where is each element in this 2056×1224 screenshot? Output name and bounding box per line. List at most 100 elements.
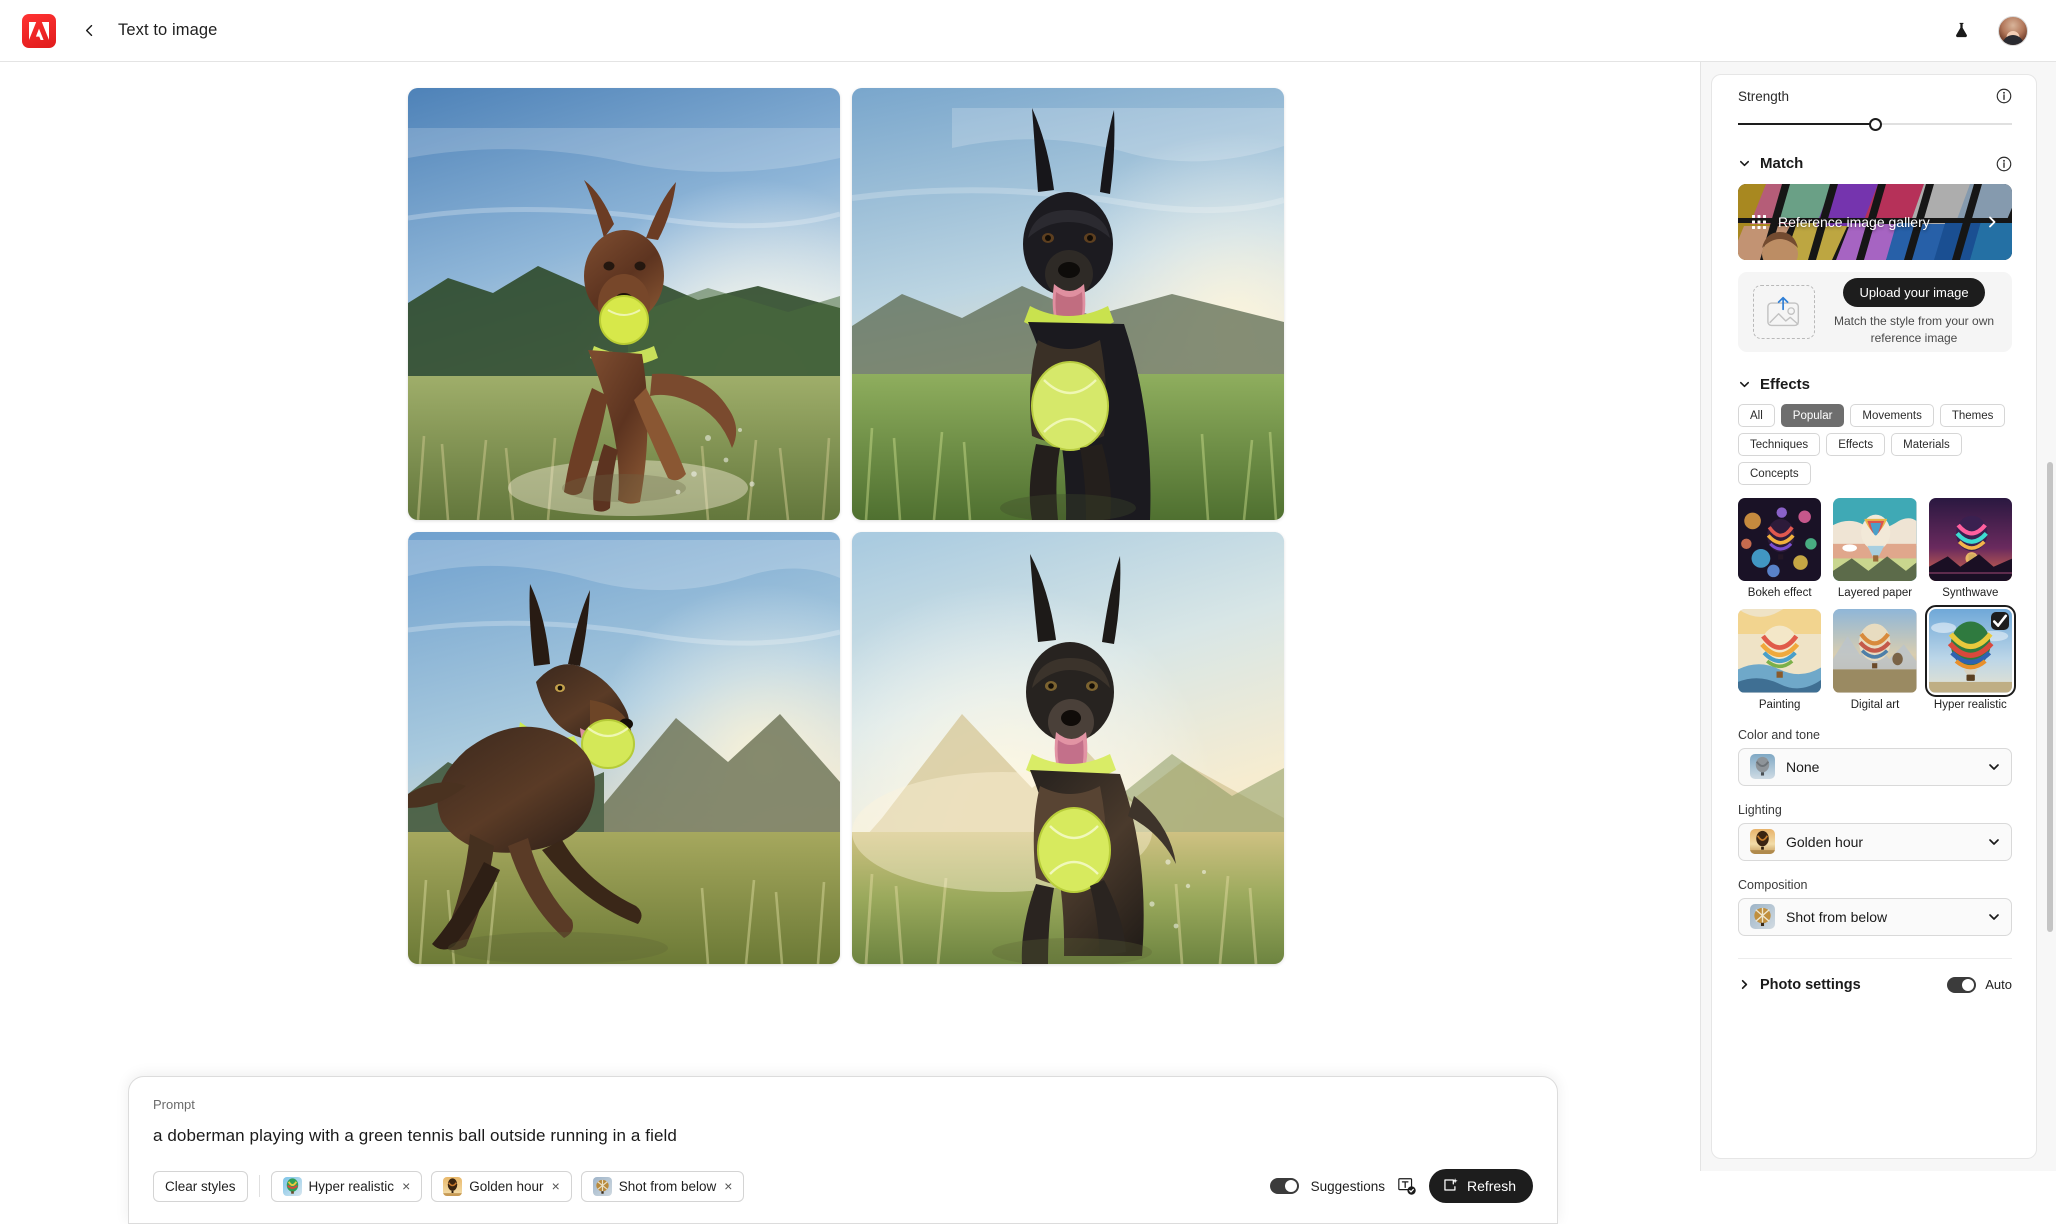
effects-header[interactable]: Effects [1738,376,2012,393]
adobe-logo-icon[interactable] [22,13,56,48]
info-icon[interactable] [1996,156,2012,172]
chevron-right-icon [1738,978,1751,991]
color-and-tone-value: None [1786,758,1820,775]
chevron-down-icon [1738,157,1751,170]
auto-toggle[interactable] [1947,976,1977,993]
filter-chip-concepts[interactable]: Concepts [1738,462,1811,485]
remove-chip-icon[interactable]: × [402,1179,410,1193]
reference-image-gallery-banner[interactable]: Reference image gallery [1738,184,2012,260]
color-and-tone-select[interactable]: None [1738,747,2012,786]
effect-label: Synthwave [1942,587,1999,600]
filter-chip-all[interactable]: All [1738,404,1775,427]
composition-select[interactable]: Shot from below [1738,897,2012,936]
photo-settings-title: Photo settings [1760,976,1861,993]
effect-thumbnail [1833,498,1917,582]
effects-grid: Bokeh effect Layered paper Synthwave Pai… [1738,498,2017,711]
filter-chip-popular[interactable]: Popular [1780,404,1845,427]
chevron-left-icon [85,24,92,37]
beaker-icon[interactable] [1946,16,1976,46]
divider [258,1175,260,1197]
lighting-label: Lighting [1738,802,1782,817]
filter-chip-effects[interactable]: Effects [1826,433,1886,456]
page-title: Text to image [118,21,218,39]
clear-styles-label: Clear styles [165,1178,236,1194]
generated-image-4[interactable] [852,532,1284,964]
effect-label: Digital art [1850,698,1900,711]
top-bar: Text to image [0,0,2056,62]
effect-thumbnail [1833,609,1917,693]
effect-bokeh-effect[interactable]: Bokeh effect [1738,498,1822,599]
auto-label: Auto [1985,977,2012,993]
style-chip-label: Hyper realistic [308,1178,395,1194]
strength-slider[interactable] [1738,115,2012,133]
text-verified-icon[interactable] [1397,1176,1417,1196]
lighting-select[interactable]: Golden hour [1738,822,2012,861]
prompt-actions: Suggestions Refresh [1269,1169,1533,1203]
filter-chip-themes[interactable]: Themes [1939,404,2006,427]
upload-your-image-button[interactable]: Upload your image [1843,278,1985,308]
clear-styles-button[interactable]: Clear styles [153,1170,248,1202]
image-upload-icon [1753,285,1815,339]
chevron-down-icon [1738,378,1751,391]
effect-hyper-realistic[interactable]: Hyper realistic [1924,605,2017,711]
refresh-label: Refresh [1466,1178,1516,1194]
style-chip-golden-hour[interactable]: Golden hour × [431,1170,572,1202]
style-chip-label: Shot from below [618,1178,717,1194]
effects-filter-chips: All Popular Movements Themes Techniques … [1738,404,2012,485]
back-button[interactable] [72,14,106,48]
effect-thumbnail [1738,609,1822,693]
filter-chip-techniques[interactable]: Techniques [1738,433,1821,456]
composition-label: Composition [1738,877,1808,892]
style-chip-label: Golden hour [469,1178,544,1194]
balloon-thumb-icon [1750,754,1775,780]
effect-label: Layered paper [1837,587,1913,600]
prompt-input[interactable]: a doberman playing with a green tennis b… [153,1126,1533,1146]
suggestions-label: Suggestions [1310,1178,1385,1194]
filter-chip-movements[interactable]: Movements [1850,404,1934,427]
effect-synthwave[interactable]: Synthwave [1928,498,2012,600]
style-chip-shot-from-below[interactable]: Shot from below × [580,1170,745,1202]
generated-image-grid [408,88,1288,976]
prompt-bar: Prompt a doberman playing with a green t… [128,1076,1558,1224]
remove-chip-icon[interactable]: × [724,1179,732,1193]
filter-chip-materials[interactable]: Materials [1891,433,1962,456]
info-icon[interactable] [1996,88,2012,104]
slider-fill [1738,123,1875,125]
refresh-sparkle-icon [1443,1177,1459,1196]
lighting-value: Golden hour [1786,833,1864,850]
generated-image-1[interactable] [408,88,840,520]
reference-gallery-label: Reference image gallery [1778,214,1930,230]
topbar-actions [1946,15,2034,46]
chevron-down-icon [1987,835,2000,848]
chevron-down-icon [1987,910,2000,923]
style-chip-hyper-realistic[interactable]: Hyper realistic × [270,1170,423,1202]
generated-image-2[interactable] [852,88,1284,520]
upload-caption: Match the style from your own reference … [1833,314,1995,345]
style-chip-row: Clear styles Hyper realistic × Golden ho… [153,1169,1533,1203]
balloon-thumb-icon [1750,829,1775,855]
effect-thumbnail [1928,498,2012,582]
effect-painting[interactable]: Painting [1738,609,1822,711]
effect-layered-paper[interactable]: Layered paper [1833,498,1917,600]
settings-card: Style Strength Match [1711,74,2037,1159]
generated-image-3[interactable] [408,532,840,964]
suggestions-toggle[interactable] [1269,1178,1299,1194]
balloon-thumb-icon [443,1176,463,1196]
color-and-tone-label: Color and tone [1738,727,1821,742]
prompt-label: Prompt [153,1097,195,1112]
effects-section-title: Effects [1760,376,1811,393]
effect-selected-check-icon [1991,612,2009,631]
panel-scrollbar[interactable] [2047,462,2053,932]
avatar[interactable] [1998,15,2028,46]
remove-chip-icon[interactable]: × [552,1179,560,1193]
balloon-thumb-icon [592,1176,612,1196]
refresh-button[interactable]: Refresh [1428,1169,1533,1203]
match-header[interactable]: Match [1738,155,2012,172]
upload-reference-box[interactable]: Upload your image Match the style from y… [1738,272,2012,352]
canvas-area: Prompt a doberman playing with a green t… [0,62,1700,1224]
match-section-title: Match [1760,155,1804,172]
photo-settings-row[interactable]: Photo settings Auto [1738,957,2012,993]
effect-digital-art[interactable]: Digital art [1833,609,1917,711]
balloon-thumb-icon [282,1176,302,1196]
slider-knob[interactable] [1868,118,1882,131]
